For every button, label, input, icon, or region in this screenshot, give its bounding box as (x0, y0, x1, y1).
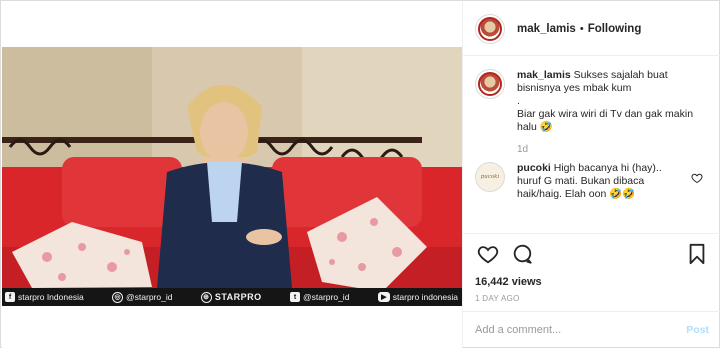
heart-icon[interactable] (477, 243, 499, 265)
comment-line: High bacanya hi (hay).. (553, 162, 662, 174)
heart-small-icon[interactable] (691, 172, 703, 184)
author-username[interactable]: mak_lamis (517, 23, 576, 35)
comments-section: mak_lamis Sukses sajalah buat bisnisnya … (463, 57, 720, 233)
commenter-username[interactable]: pucoki (517, 162, 551, 174)
add-comment-bar: Post (463, 311, 720, 348)
twitter-icon: t (290, 292, 300, 302)
comment-input[interactable] (475, 324, 687, 336)
author-avatar[interactable] (475, 13, 505, 44)
youtube-icon: ▶ (377, 292, 390, 302)
post-media[interactable]: f starpro Indonesia ◎ @starpro_id ⊕ STAR… (2, 2, 462, 348)
comment-line: haik/haig. Elah oon 🤣🤣 (517, 188, 636, 200)
view-count[interactable]: 16,442 views (475, 276, 709, 288)
caption-timestamp[interactable]: 1d (517, 143, 705, 156)
action-bar (475, 242, 709, 266)
post-header: mak_lamis • Following (463, 2, 720, 56)
following-button[interactable]: Following (588, 23, 642, 35)
globe-icon: ⊕ (200, 291, 212, 303)
video-watermark-bar: f starpro Indonesia ◎ @starpro_id ⊕ STAR… (2, 288, 462, 306)
starpro-logo: ⊕ STARPRO (200, 291, 262, 303)
caption-username[interactable]: mak_lamis (517, 69, 571, 81)
facebook-icon: f (5, 292, 15, 302)
comment-icon[interactable] (511, 243, 533, 265)
post-date[interactable]: 1 DAY AGO (475, 294, 709, 303)
instagram-handle: @starpro_id (126, 292, 173, 302)
video-player[interactable]: f starpro Indonesia ◎ @starpro_id ⊕ STAR… (2, 47, 462, 306)
caption-avatar[interactable] (475, 69, 505, 99)
comment-line: huruf G mati. Bukan dibaca (517, 175, 645, 187)
caption: mak_lamis Sukses sajalah buat bisnisnya … (475, 69, 709, 156)
comment-body: pucoki High bacanya hi (hay).. huruf G m… (517, 162, 705, 201)
instagram-icon: ◎ (112, 291, 124, 303)
caption-line: halu 🤣 (517, 121, 553, 133)
caption-body: mak_lamis Sukses sajalah buat bisnisnya … (517, 69, 705, 156)
facebook-handle: starpro Indonesia (18, 292, 84, 302)
youtube-handle: starpro indonesia (392, 292, 458, 302)
caption-line: Biar gak wira wiri di Tv dan gak makin (517, 108, 694, 120)
post-side-panel: mak_lamis • Following mak_lamis Sukses s… (462, 2, 720, 348)
twitter-credit: t @starpro_id (290, 292, 349, 302)
twitter-handle: @starpro_id (303, 292, 350, 302)
post-comment-button[interactable]: Post (686, 324, 709, 336)
post-actions: 16,442 views 1 DAY AGO (463, 233, 720, 303)
bookmark-icon[interactable] (687, 243, 707, 265)
comment-item: pucoki pucoki High bacanya hi (hay).. hu… (475, 162, 709, 201)
facebook-credit: f starpro Indonesia (5, 292, 84, 302)
youtube-credit: ▶ starpro indonesia (377, 292, 458, 302)
commenter-avatar[interactable]: pucoki (475, 162, 505, 192)
caption-line: Sukses sajalah buat (573, 69, 668, 81)
caption-line: bisnisnya yes mbak kum (517, 82, 632, 94)
instagram-credit: ◎ @starpro_id (112, 291, 173, 303)
instagram-post-frame: f starpro Indonesia ◎ @starpro_id ⊕ STAR… (0, 0, 720, 348)
caption-line: . (517, 95, 520, 107)
starpro-brand-text: STARPRO (214, 292, 262, 302)
video-frame-illustration (2, 47, 462, 306)
header-separator: • (579, 22, 584, 35)
